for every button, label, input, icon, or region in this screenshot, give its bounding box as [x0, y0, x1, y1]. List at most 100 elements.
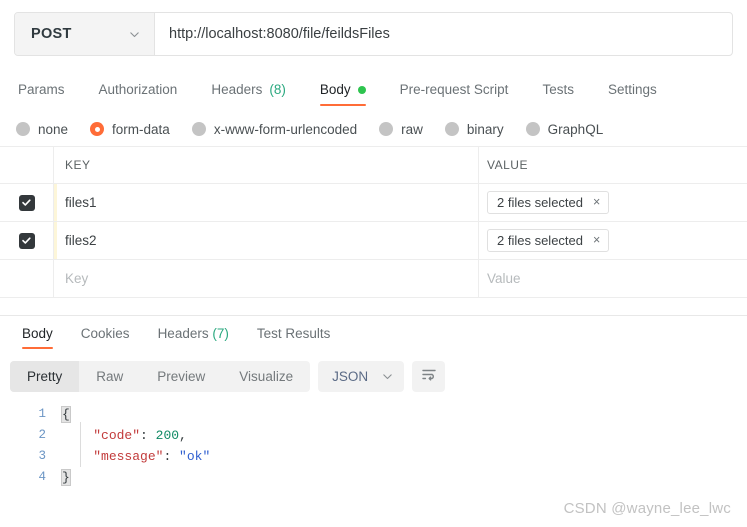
response-tab-cookies[interactable]: Cookies [67, 326, 144, 349]
code-colon: : [163, 449, 180, 464]
body-type-raw[interactable]: raw [379, 122, 423, 137]
code-key: "code" [93, 428, 141, 443]
table-header-key: KEY [54, 147, 479, 183]
body-type-urlencoded[interactable]: x-www-form-urlencoded [191, 121, 358, 137]
response-tab-bar: Body Cookies Headers (7) Test Results [8, 316, 747, 349]
body-type-binary-label: binary [466, 121, 504, 137]
line-number: 4 [38, 470, 46, 484]
view-mode-visualize[interactable]: Visualize [222, 361, 310, 392]
response-format-toolbar: Pretty Raw Preview Visualize JSON [0, 349, 747, 392]
clear-files-icon[interactable]: × [593, 196, 600, 209]
response-tab-test-results[interactable]: Test Results [243, 326, 345, 349]
body-type-none-label: none [38, 121, 69, 137]
form-data-table: KEY VALUE files1 2 files selected × file… [0, 146, 747, 298]
response-tab-cookies-label: Cookies [80, 326, 130, 341]
view-mode-raw-label: Raw [96, 369, 124, 384]
response-body-code[interactable]: 1 { 2 "code": 200, 3 "message": "ok" 4 } [0, 404, 747, 488]
line-number: 2 [38, 428, 46, 442]
body-type-none[interactable]: none [16, 122, 68, 137]
request-url-input[interactable]: http://localhost:8080/file/feildsFiles [155, 13, 732, 55]
response-tab-body[interactable]: Body [8, 326, 67, 349]
chevron-down-icon [382, 371, 393, 382]
tab-settings[interactable]: Settings [591, 82, 674, 106]
view-mode-preview[interactable]: Preview [140, 361, 222, 392]
http-method-label: POST [31, 26, 72, 42]
response-tab-headers[interactable]: Headers (7) [144, 326, 243, 349]
file-selection-pill[interactable]: 2 files selected × [487, 229, 610, 252]
word-wrap-icon [421, 366, 437, 387]
request-tab-bar: Params Authorization Headers (8) Body Pr… [14, 70, 747, 106]
tab-tests[interactable]: Tests [525, 82, 591, 106]
file-selection-pill[interactable]: 2 files selected × [487, 191, 610, 214]
code-line: 3 "message": "ok" [0, 446, 747, 467]
table-header-value: VALUE [487, 158, 528, 172]
body-type-graphql-label: GraphQL [547, 121, 604, 137]
new-row-value-input[interactable]: Value [479, 260, 747, 297]
body-type-form-data[interactable]: form-data [90, 122, 170, 137]
response-tab-test-results-label: Test Results [256, 326, 331, 341]
request-url-bar: POST http://localhost:8080/file/feildsFi… [14, 12, 733, 56]
code-line: 2 "code": 200, [0, 425, 747, 446]
code-close-brace: } [61, 469, 71, 486]
row-key-input[interactable]: files2 [54, 222, 479, 259]
code-number: 200 [155, 428, 180, 443]
body-type-raw-label: raw [401, 121, 423, 137]
new-row-key-input[interactable]: Key [54, 260, 479, 297]
table-row[interactable]: files2 2 files selected × [0, 222, 747, 260]
file-selection-label: 2 files selected [497, 233, 583, 248]
body-type-urlencoded-label: x-www-form-urlencoded [213, 121, 358, 137]
row-value-cell[interactable]: 2 files selected × [479, 184, 747, 221]
view-mode-raw[interactable]: Raw [79, 361, 140, 392]
row-key-input[interactable]: files1 [54, 184, 479, 221]
watermark: CSDN @wayne_lee_lwc [563, 500, 731, 517]
radio-form-data-icon [90, 122, 105, 136]
row-enabled-checkbox[interactable] [18, 232, 35, 249]
radio-none-icon [16, 122, 30, 136]
view-mode-pretty-label: Pretty [27, 369, 63, 384]
response-tab-headers-count: (7) [212, 326, 229, 341]
response-format-dropdown[interactable]: JSON [318, 361, 405, 392]
row-checkbox-cell[interactable] [0, 222, 54, 259]
tab-headers-count: (8) [269, 82, 286, 97]
body-type-binary[interactable]: binary [444, 121, 504, 137]
row-checkbox-cell[interactable] [0, 184, 54, 221]
tab-pre-request-script-label: Pre-request Script [399, 82, 509, 97]
tab-params[interactable]: Params [14, 82, 82, 106]
line-number: 1 [38, 407, 46, 421]
table-row[interactable]: files1 2 files selected × [0, 184, 747, 222]
radio-binary-icon [444, 122, 459, 136]
code-open-brace: { [61, 406, 71, 423]
code-key: "message" [93, 449, 164, 464]
tab-authorization[interactable]: Authorization [82, 82, 195, 106]
row-enabled-checkbox[interactable] [18, 194, 35, 211]
tab-headers-label: Headers [211, 82, 263, 97]
radio-urlencoded-icon [191, 122, 206, 136]
view-mode-visualize-label: Visualize [239, 369, 294, 384]
view-mode-pretty[interactable]: Pretty [10, 361, 80, 392]
row-value-cell[interactable]: 2 files selected × [479, 222, 747, 259]
radio-raw-icon [379, 122, 394, 136]
http-method-dropdown[interactable]: POST [15, 13, 155, 55]
line-number: 3 [38, 449, 46, 463]
code-comma: , [179, 428, 187, 443]
chevron-down-icon [129, 29, 140, 40]
tab-params-label: Params [18, 82, 65, 97]
response-view-mode-group: Pretty Raw Preview Visualize [10, 361, 311, 392]
body-type-radio-group: none form-data x-www-form-urlencoded raw… [0, 112, 747, 146]
response-pane: Body Cookies Headers (7) Test Results Pr… [0, 315, 747, 527]
code-string: "ok" [179, 449, 211, 464]
tab-headers[interactable]: Headers (8) [194, 82, 303, 106]
tab-pre-request-script[interactable]: Pre-request Script [383, 82, 526, 106]
tab-authorization-label: Authorization [98, 82, 178, 97]
tab-body[interactable]: Body [303, 82, 383, 106]
clear-files-icon[interactable]: × [593, 234, 600, 247]
body-type-graphql[interactable]: GraphQL [525, 121, 604, 137]
radio-graphql-icon [525, 122, 540, 136]
response-tab-body-label: Body [22, 326, 53, 341]
new-row-checkbox-cell [0, 260, 54, 297]
table-new-row[interactable]: Key Value [0, 260, 747, 298]
body-modified-dot-icon [357, 85, 366, 94]
view-mode-preview-label: Preview [157, 369, 206, 384]
word-wrap-button[interactable] [412, 361, 446, 392]
response-tab-headers-label: Headers [157, 326, 209, 341]
